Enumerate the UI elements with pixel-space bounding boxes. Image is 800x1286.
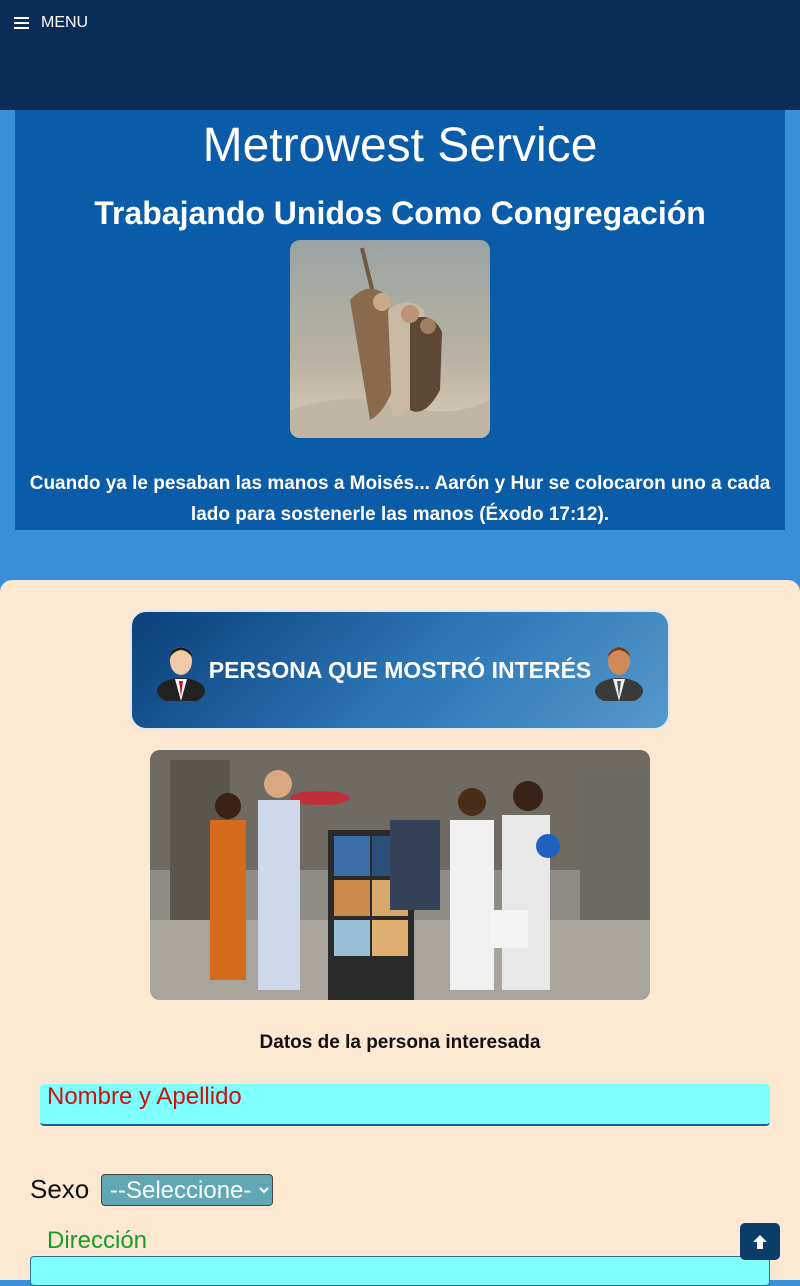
- interest-banner-label: PERSONA QUE MOSTRÓ INTERÉS: [208, 656, 592, 683]
- top-navbar: MENU: [0, 0, 800, 110]
- bible-quote: Cuando ya le pesaban las manos a Moisés.…: [29, 473, 771, 525]
- witness-cart-photo: [150, 750, 650, 1000]
- person-icon: [595, 647, 644, 701]
- moses-painting-image: [290, 240, 490, 438]
- hero-section: Metrowest Service Trabajando Unidos Como…: [15, 110, 785, 530]
- interest-banner-button[interactable]: PERSONA QUE MOSTRÓ INTERÉS: [130, 610, 670, 730]
- sex-label: Sexo: [30, 1174, 90, 1204]
- person-icon: [156, 647, 205, 701]
- full-name-input[interactable]: [40, 1084, 770, 1126]
- menu-button[interactable]: MENU: [14, 14, 88, 32]
- hamburger-icon: [14, 17, 30, 29]
- arrow-up-icon: [753, 1234, 767, 1249]
- menu-label: MENU: [41, 14, 89, 31]
- scroll-to-top-button[interactable]: [740, 1223, 780, 1260]
- sex-select[interactable]: --Seleccione--: [101, 1174, 273, 1206]
- form-section-title: Datos de la persona interesada: [259, 1032, 541, 1053]
- address-input[interactable]: [30, 1256, 770, 1286]
- interest-card: PERSONA QUE MOSTRÓ INTERÉS Datos de la p…: [0, 580, 800, 1286]
- site-title: Metrowest Service: [202, 119, 598, 172]
- site-subtitle: Trabajando Unidos Como Congregación: [94, 195, 706, 231]
- address-label: Dirección: [47, 1227, 148, 1254]
